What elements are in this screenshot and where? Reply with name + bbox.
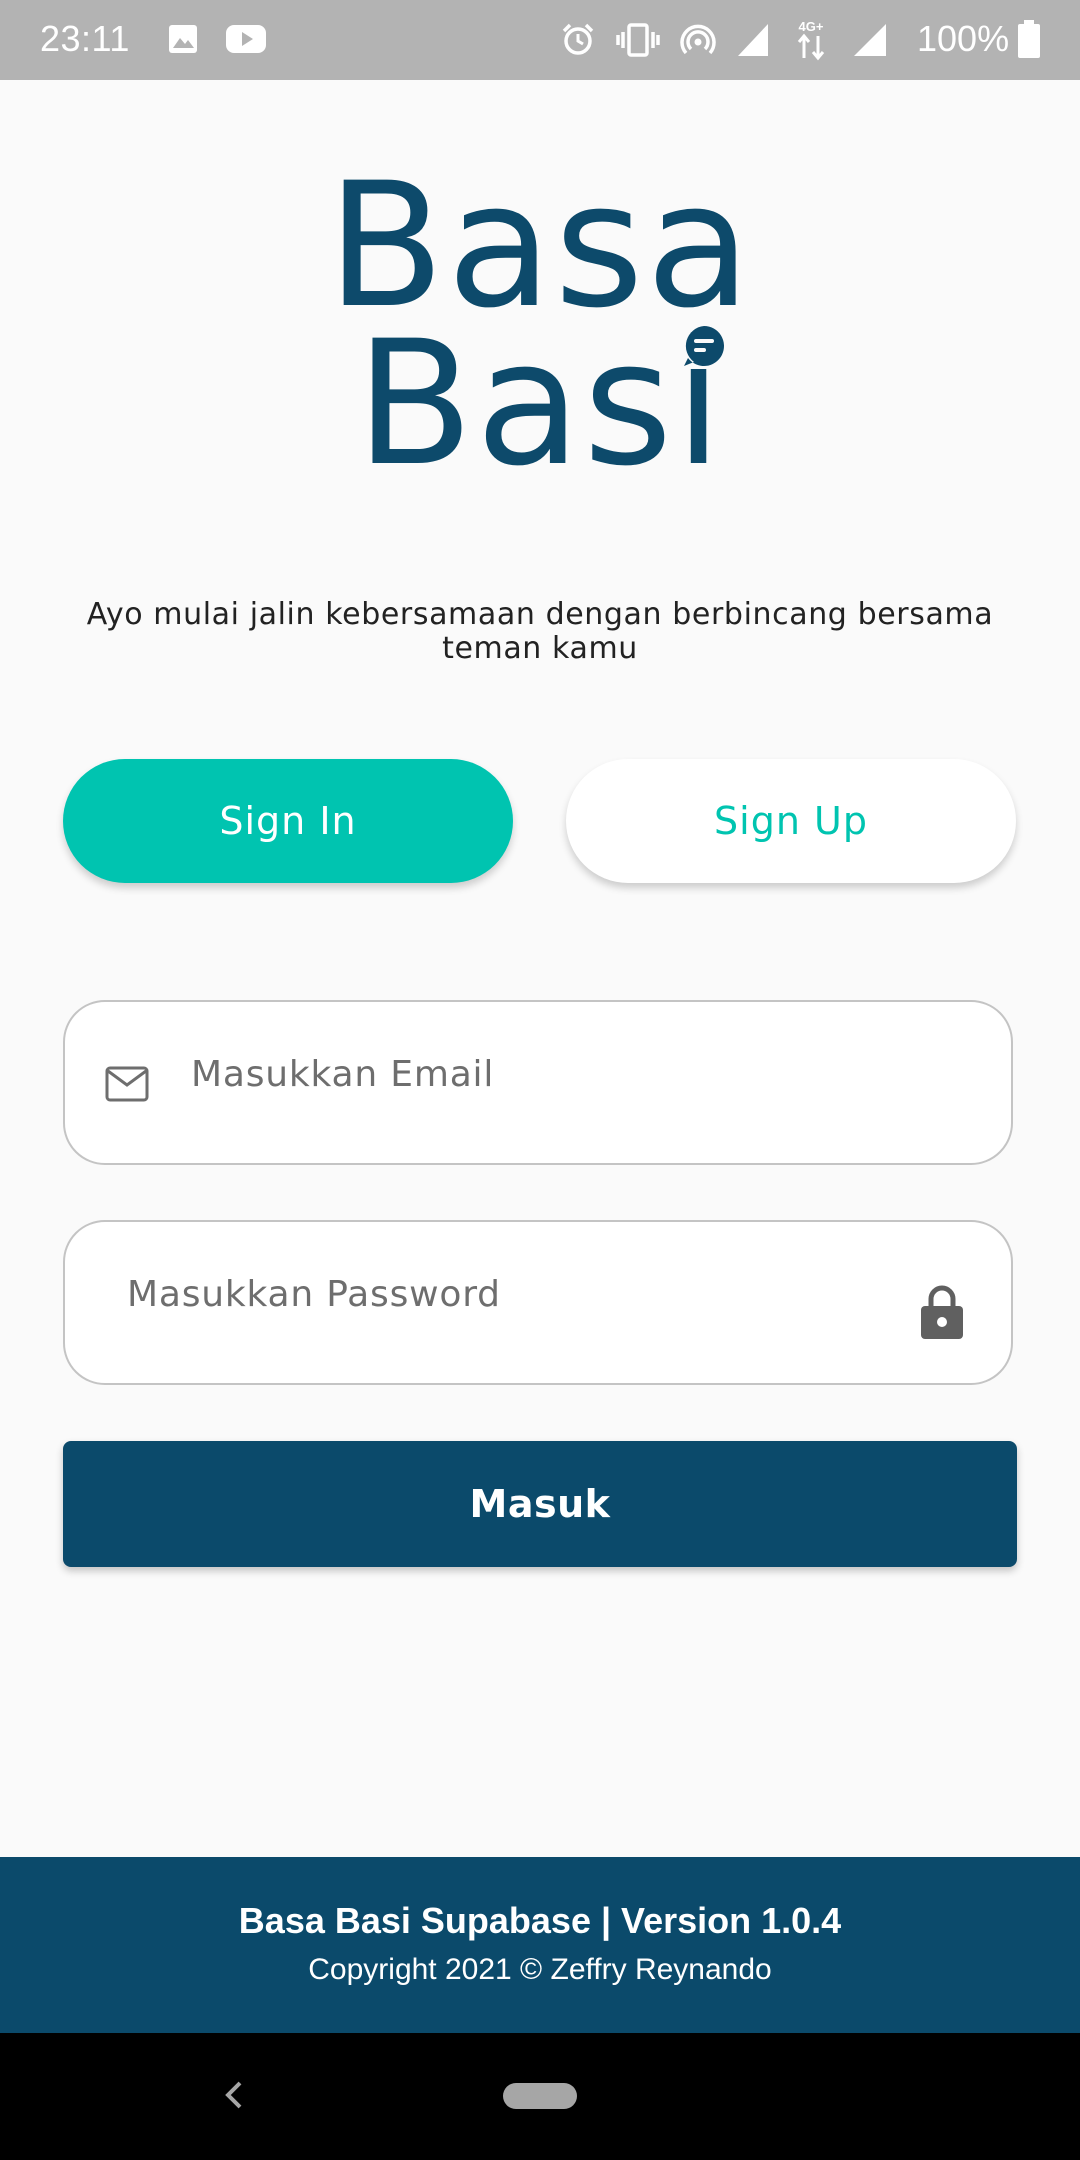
- battery-icon: [1018, 20, 1040, 63]
- svg-text:4G+: 4G+: [799, 19, 824, 34]
- mail-icon: [105, 1066, 149, 1106]
- alarm-icon: [560, 22, 596, 63]
- vibrate-icon: [616, 22, 660, 63]
- image-icon: [168, 24, 198, 59]
- logo-line-2: Basi: [355, 303, 725, 504]
- sign-up-tab[interactable]: Sign Up: [566, 759, 1016, 883]
- footer-title: Basa Basi Supabase | Version 1.0.4: [238, 1900, 842, 1941]
- signal-icon: [852, 22, 888, 63]
- app-logo: Basa Basi: [0, 150, 1080, 490]
- battery-percent: 100%: [917, 18, 1010, 59]
- email-input[interactable]: [191, 994, 971, 1155]
- hotspot-icon: [680, 22, 716, 63]
- lock-icon[interactable]: [919, 1284, 965, 1344]
- home-pill-button[interactable]: [503, 2083, 577, 2109]
- navigation-bar: [0, 2033, 1080, 2160]
- status-time: 23:11: [40, 18, 130, 59]
- password-field[interactable]: [63, 1214, 1013, 1385]
- footer: Basa Basi Supabase | Version 1.0.4 Copyr…: [0, 1857, 1080, 2033]
- data-arrows-icon: 4G+: [793, 18, 829, 67]
- submit-button[interactable]: Masuk: [63, 1441, 1017, 1567]
- back-icon[interactable]: [222, 2077, 246, 2117]
- signal-icon: [736, 22, 770, 63]
- chat-bubble-icon: [680, 322, 728, 374]
- tagline: Ayo mulai jalin kebersamaan dengan berbi…: [86, 597, 994, 666]
- youtube-icon: [226, 24, 266, 59]
- footer-copyright: Copyright 2021 © Zeffry Reynando: [308, 1953, 772, 1986]
- status-bar: 23:11 4G+ 100%: [0, 0, 1080, 80]
- sign-in-tab[interactable]: Sign In: [63, 759, 513, 883]
- email-field[interactable]: [63, 994, 1013, 1165]
- password-input[interactable]: [127, 1214, 907, 1375]
